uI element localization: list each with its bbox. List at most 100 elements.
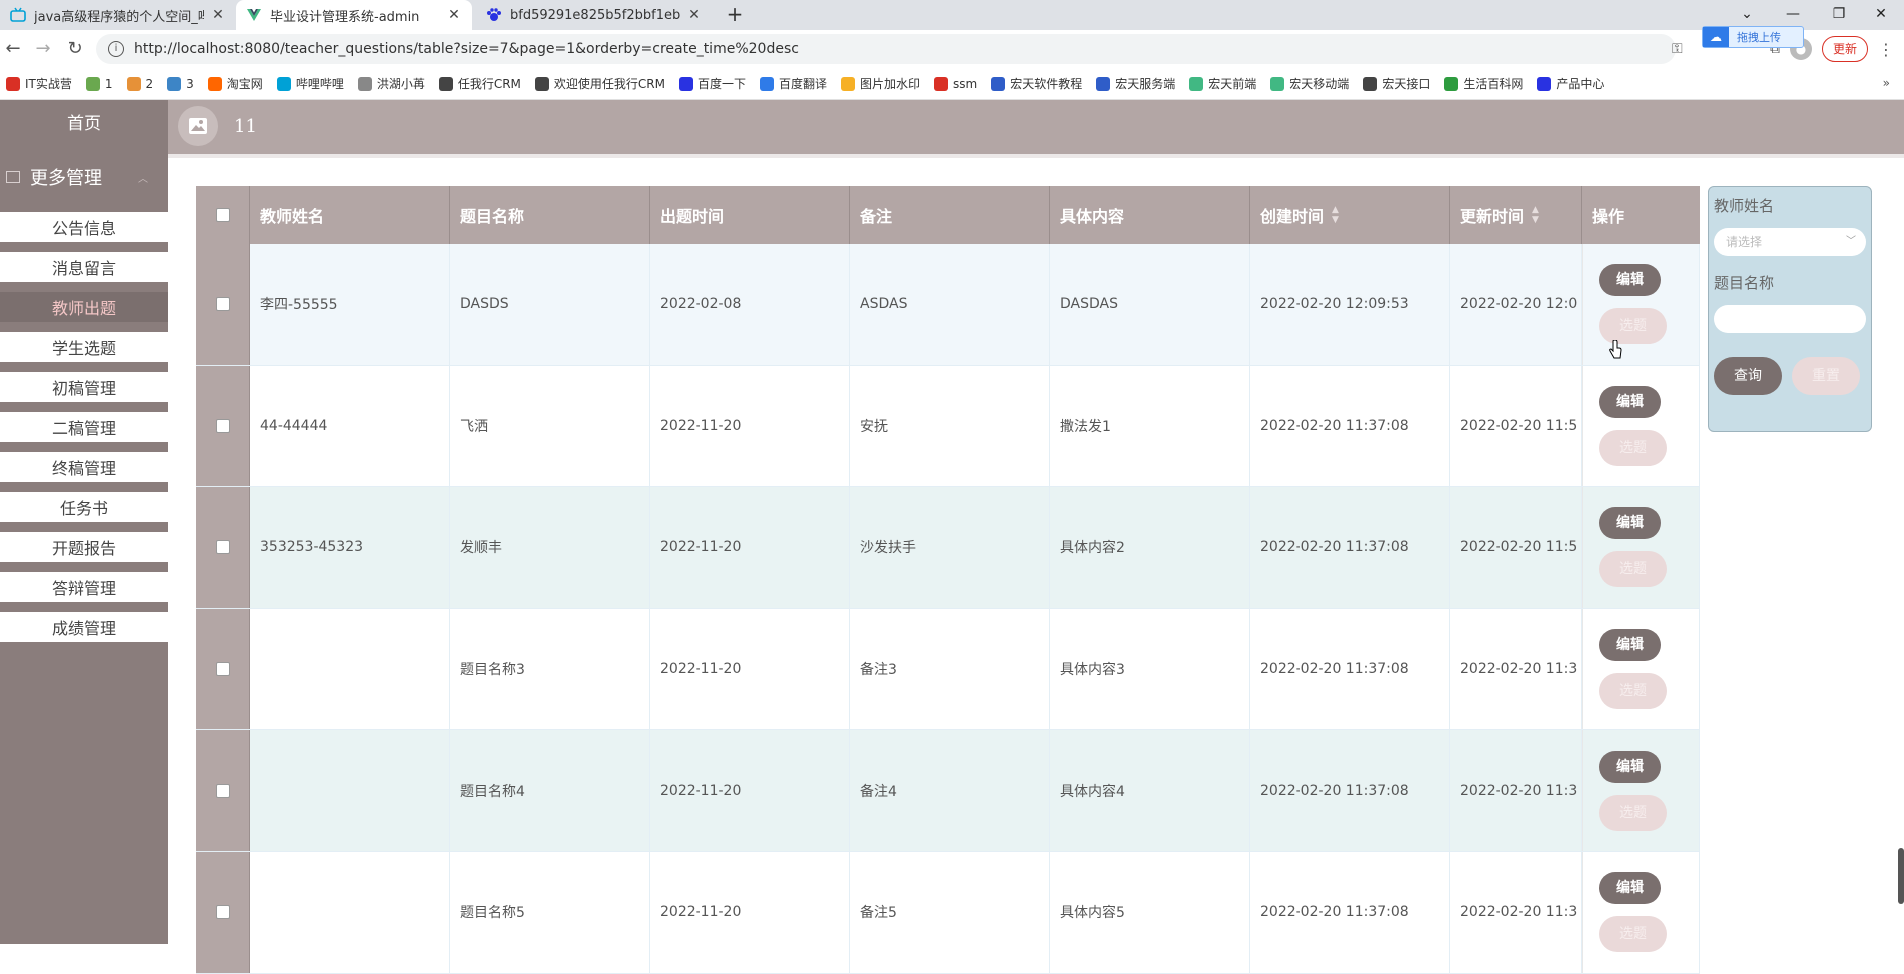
sidebar-item[interactable]: 终稿管理 — [0, 452, 168, 486]
tab-close-icon[interactable]: ✕ — [210, 7, 226, 23]
bookmark-item[interactable]: 宏天移动端 — [1270, 75, 1349, 92]
bookmark-label: 宏天前端 — [1208, 77, 1257, 91]
table-row[interactable]: 题目名称5 2022-11-20 备注5 具体内容5 2022-02-20 11:37:… — [196, 851, 1700, 974]
close-window-icon[interactable]: ✕ — [1858, 0, 1904, 30]
bookmark-item[interactable]: 任我行CRM — [438, 75, 521, 92]
key-icon[interactable]: ⚿ — [1672, 41, 1683, 57]
query-button[interactable]: 查询 — [1714, 357, 1782, 395]
pick-topic-button[interactable]: 选题 — [1599, 429, 1667, 466]
edit-button[interactable]: 编辑 — [1599, 872, 1661, 905]
tab-close-icon[interactable]: ✕ — [446, 7, 462, 23]
sidebar-item[interactable]: 开题报告 — [0, 532, 168, 566]
bookmarks-overflow-icon[interactable]: » — [1883, 76, 1890, 90]
edit-button[interactable]: 编辑 — [1599, 264, 1661, 297]
bookmark-item[interactable]: 生活百科网 — [1444, 75, 1523, 92]
bookmark-item[interactable]: 哔哩哔哩 — [276, 75, 344, 92]
browser-tab[interactable]: java高级程序猿的个人空间_哔哩 ✕ — [0, 0, 236, 30]
sidebar-home[interactable]: 首页 — [0, 100, 168, 148]
bookmark-item[interactable]: 宏天服务端 — [1096, 75, 1175, 92]
search-panel: 教师姓名 请选择 ﹀ 题目名称 查询 重置 — [1708, 186, 1872, 432]
row-checkbox[interactable] — [215, 783, 230, 798]
tab-close-icon[interactable]: ✕ — [686, 7, 702, 23]
sidebar-item[interactable]: 二稿管理 — [0, 412, 168, 446]
reset-button[interactable]: 重置 — [1792, 357, 1860, 395]
row-checkbox[interactable] — [215, 540, 230, 555]
sidebar-item[interactable]: 任务书 — [0, 492, 168, 526]
bookmark-favicon-icon — [85, 76, 100, 91]
bookmark-item[interactable]: 宏天接口 — [1363, 75, 1430, 92]
edit-button[interactable]: 编辑 — [1599, 507, 1661, 540]
update-button[interactable]: 更新 — [1822, 36, 1869, 62]
sidebar-item[interactable]: 答辩管理 — [0, 572, 168, 606]
bookmark-item[interactable]: 1 — [85, 76, 113, 91]
row-checkbox[interactable] — [215, 662, 230, 677]
upload-extension-button[interactable]: ☁ 拖拽上传 — [1702, 26, 1804, 48]
table-row[interactable]: 题目名称3 2022-11-20 备注3 具体内容3 2022-02-20 11:37:… — [196, 608, 1700, 731]
menu-icon[interactable]: ⋮ — [1878, 40, 1894, 59]
chevron-down-icon: ﹀ — [1846, 236, 1856, 247]
bookmark-item[interactable]: 欢迎使用任我行CRM — [534, 75, 665, 92]
sidebar-item[interactable]: 教师出题 — [0, 292, 168, 326]
edit-button[interactable]: 编辑 — [1599, 750, 1661, 783]
restore-icon[interactable]: ❐ — [1816, 0, 1862, 30]
bookmark-item[interactable]: ssm — [934, 76, 977, 91]
url-omnibox[interactable]: i http://localhost:8080/teacher_question… — [96, 34, 1676, 64]
sidebar-group-label: 更多管理 — [30, 168, 102, 189]
browser-tab[interactable]: bfd59291e825b5f2bbf1eb765 ✕ — [476, 0, 712, 30]
new-tab-button[interactable]: + — [724, 4, 746, 26]
bookmark-item[interactable]: 宏天软件教程 — [991, 75, 1082, 92]
select-all-checkbox[interactable] — [215, 208, 230, 222]
reload-icon[interactable]: ↻ — [62, 36, 88, 62]
row-checkbox[interactable] — [215, 297, 230, 312]
page-scrollbar[interactable] — [1898, 848, 1904, 904]
teacher-select[interactable]: 请选择 ﹀ — [1714, 228, 1866, 256]
row-checkbox[interactable] — [215, 418, 230, 433]
pick-topic-button[interactable]: 选题 — [1599, 308, 1667, 345]
forward-icon[interactable]: → — [30, 36, 56, 62]
bookmark-item[interactable]: 产品中心 — [1537, 75, 1604, 92]
table-row[interactable]: 李四-55555 DASDS 2022-02-08 ASDAS DASDAS 2022-0… — [196, 244, 1700, 366]
bookmark-item[interactable]: 图片加水印 — [841, 75, 920, 92]
table-row[interactable]: 题目名称4 2022-11-20 备注4 具体内容4 2022-02-20 11:37:… — [196, 730, 1700, 852]
username: 11 — [234, 116, 257, 137]
sidebar-item[interactable]: 公告信息 — [0, 212, 168, 246]
col-update-time[interactable]: 更新时间 ▲ ▼ — [1450, 186, 1582, 244]
bookmark-item[interactable]: IT实战营 — [6, 75, 72, 92]
sidebar-item[interactable]: 消息留言 — [0, 252, 168, 286]
bookmark-item[interactable]: 宏天前端 — [1189, 75, 1256, 92]
info-icon[interactable]: i — [108, 41, 124, 57]
bookmark-item[interactable]: 百度翻译 — [760, 75, 827, 92]
sidebar-item[interactable]: 初稿管理 — [0, 372, 168, 406]
pick-topic-button[interactable]: 选题 — [1599, 916, 1667, 953]
bookmark-label: 2 — [145, 76, 154, 91]
bookmark-item[interactable]: 洪湖小苒 — [357, 75, 425, 92]
bookmark-item[interactable]: 2 — [126, 76, 154, 91]
bookmark-item[interactable]: 淘宝网 — [207, 75, 263, 92]
bookmark-item[interactable]: 3 — [167, 76, 194, 91]
sidebar-group-more[interactable]: 更多管理 ︿ — [0, 148, 168, 206]
sidebar-item[interactable]: 学生选题 — [0, 332, 168, 366]
browser-tab-active[interactable]: 毕业设计管理系统-admin ✕ — [236, 0, 472, 30]
bookmark-item[interactable]: 百度一下 — [679, 75, 746, 92]
pick-topic-button[interactable]: 选题 — [1599, 551, 1667, 588]
image-icon — [189, 118, 207, 134]
questions-table: 教师姓名 题目名称 出题时间 备注 具体内容 创建时间 ▲ ▼ 更新时间 ▲ ▼ 操… — [196, 186, 1700, 974]
table-row[interactable]: 44-44444 飞洒 2022-11-20 安抚 撒法发1 2022-02-20 11:… — [196, 365, 1700, 488]
title-input[interactable] — [1714, 305, 1866, 333]
col-create-time[interactable]: 创建时间 ▲ ▼ — [1250, 186, 1450, 244]
back-icon[interactable]: ← — [0, 36, 26, 62]
cell-remark: ASDAS — [850, 244, 1050, 365]
sort-icon[interactable]: ▲ ▼ — [1332, 205, 1339, 225]
sort-icon[interactable]: ▲ ▼ — [1532, 205, 1539, 225]
edit-button[interactable]: 编辑 — [1599, 385, 1661, 418]
cell-update-time: 2022-02-20 11:3 — [1450, 608, 1582, 730]
sidebar-item[interactable]: 成绩管理 — [0, 612, 168, 646]
main-content: 教师姓名 题目名称 出题时间 备注 具体内容 创建时间 ▲ ▼ 更新时间 ▲ ▼ 操… — [168, 154, 1904, 974]
table-row[interactable]: 353253-45323 发顺丰 2022-11-20 沙发扶手 具体内容2 2022-0… — [196, 487, 1700, 609]
edit-button[interactable]: 编辑 — [1599, 629, 1661, 662]
pick-topic-button[interactable]: 选题 — [1599, 673, 1667, 710]
row-select-cell — [196, 365, 250, 487]
row-checkbox[interactable] — [215, 905, 230, 920]
avatar[interactable] — [178, 106, 218, 146]
pick-topic-button[interactable]: 选题 — [1599, 794, 1667, 831]
